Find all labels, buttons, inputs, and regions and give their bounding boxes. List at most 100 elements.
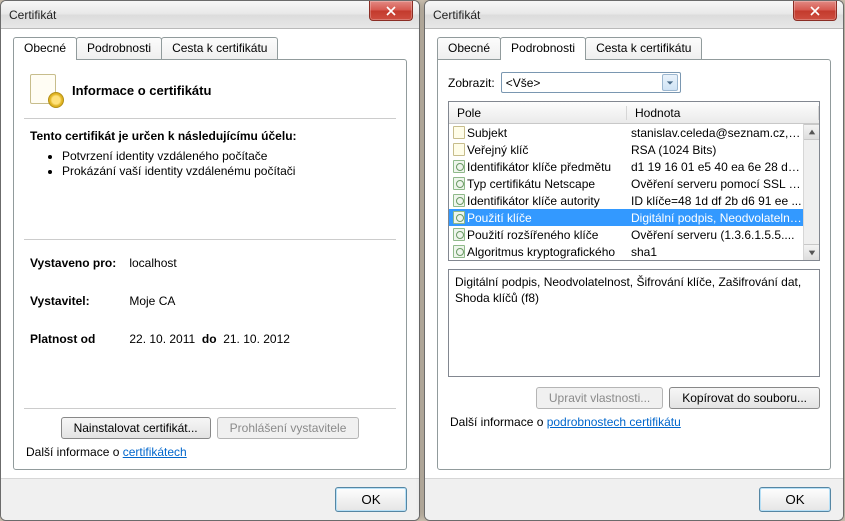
extension-icon <box>449 211 465 224</box>
cert-header: Informace o certifikátu <box>24 70 396 119</box>
window-title: Certifikát <box>433 8 480 22</box>
scroll-up-button[interactable] <box>804 124 819 140</box>
extension-icon <box>449 194 465 207</box>
field-value: ID klíče=48 1d df 2b d6 91 ee ... <box>623 194 803 208</box>
tab-details[interactable]: Podrobnosti <box>76 37 162 59</box>
validity-row: Platnost od 22. 10. 2011 do 21. 10. 2012 <box>30 332 390 346</box>
purpose-title: Tento certifikát je určen k následujícím… <box>30 129 390 143</box>
field-name: Identifikátor klíče předmětu <box>465 160 623 174</box>
grid-header[interactable]: Pole Hodnota <box>449 102 819 124</box>
chevron-down-icon <box>662 74 678 91</box>
tab-strip: Obecné Podrobnosti Cesta k certifikátu <box>425 29 843 59</box>
issued-to-row: Vystaveno pro: localhost <box>30 256 390 270</box>
more-info: Další informace o podrobnostech certifik… <box>448 409 820 429</box>
table-row[interactable]: Identifikátor klíče předmětud1 19 16 01 … <box>449 158 803 175</box>
field-name: Použití rozšířeného klíče <box>465 228 623 242</box>
valid-from-label: Platnost od <box>30 332 126 346</box>
extension-icon <box>449 177 465 190</box>
tab-details[interactable]: Podrobnosti <box>500 37 586 60</box>
tab-body-general: Informace o certifikátu Tento certifikát… <box>13 59 407 470</box>
info-block: Vystaveno pro: localhost Vystavitel: Moj… <box>24 240 396 409</box>
bottom-bar: OK <box>1 478 419 520</box>
valid-from-value: 22. 10. 2011 <box>129 332 195 346</box>
more-info-prefix: Další informace o <box>26 445 123 459</box>
tab-general[interactable]: Obecné <box>13 37 77 60</box>
certificate-dialog-details: Certifikát Obecné Podrobnosti Cesta k ce… <box>424 0 844 521</box>
issuer-value: Moje CA <box>129 294 175 308</box>
issued-to-value: localhost <box>129 256 176 270</box>
cert-info-title: Informace o certifikátu <box>72 83 211 98</box>
more-info-link[interactable]: podrobnostech certifikátu <box>547 415 681 429</box>
field-value: stanislav.celeda@seznam.cz, l... <box>623 126 803 140</box>
table-row[interactable]: Algoritmus kryptografickéhosha1 <box>449 243 803 260</box>
more-info: Další informace o certifikátech <box>24 439 396 459</box>
bottom-bar: OK <box>425 478 843 520</box>
tab-cert-path[interactable]: Cesta k certifikátu <box>161 37 278 59</box>
content-area: Obecné Podrobnosti Cesta k certifikátu I… <box>1 29 419 478</box>
field-value: RSA (1024 Bits) <box>623 143 803 157</box>
issuer-row: Vystavitel: Moje CA <box>30 294 390 308</box>
scrollbar[interactable] <box>803 124 819 260</box>
edit-properties-button: Upravit vlastnosti... <box>536 387 663 409</box>
filter-row: Zobrazit: <Vše> <box>448 70 820 101</box>
window-title: Certifikát <box>9 8 56 22</box>
valid-to-label: do <box>202 332 217 346</box>
show-select[interactable]: <Vše> <box>501 72 681 93</box>
ok-button[interactable]: OK <box>759 487 831 512</box>
table-row[interactable]: Typ certifikátu NetscapeOvěření serveru … <box>449 175 803 192</box>
scroll-down-button[interactable] <box>804 244 819 260</box>
more-info-link[interactable]: certifikátech <box>123 445 187 459</box>
purpose-block: Tento certifikát je určen k následujícím… <box>24 119 396 240</box>
tab-cert-path[interactable]: Cesta k certifikátu <box>585 37 702 59</box>
certificate-icon <box>30 74 62 106</box>
content-area: Obecné Podrobnosti Cesta k certifikátu Z… <box>425 29 843 478</box>
extension-icon <box>449 245 465 258</box>
table-row[interactable]: Veřejný klíčRSA (1024 Bits) <box>449 141 803 158</box>
issuer-label: Vystavitel: <box>30 294 126 308</box>
close-icon <box>386 6 396 16</box>
field-value: sha1 <box>623 245 803 259</box>
purpose-list: Potvrzení identity vzdáleného počítače P… <box>30 149 390 178</box>
issued-to-label: Vystaveno pro: <box>30 256 126 270</box>
extension-icon <box>449 160 465 173</box>
show-label: Zobrazit: <box>448 76 495 90</box>
field-value: Ověření serveru (1.3.6.1.5.5.... <box>623 228 803 242</box>
col-field-header[interactable]: Pole <box>449 106 627 120</box>
table-row[interactable]: Použití rozšířeného klíčeOvěření serveru… <box>449 226 803 243</box>
field-name: Subjekt <box>465 126 623 140</box>
details-grid[interactable]: Pole Hodnota Subjektstanislav.celeda@sez… <box>448 101 820 261</box>
col-value-header[interactable]: Hodnota <box>627 106 819 120</box>
show-select-value: <Vše> <box>506 76 662 90</box>
grid-body: Subjektstanislav.celeda@seznam.cz, l...V… <box>449 124 819 260</box>
more-info-prefix: Další informace o <box>450 415 547 429</box>
close-button[interactable] <box>793 1 837 21</box>
field-value: d1 19 16 01 e5 40 ea 6e 28 d1... <box>623 160 803 174</box>
titlebar[interactable]: Certifikát <box>425 1 843 29</box>
table-row[interactable]: Subjektstanislav.celeda@seznam.cz, l... <box>449 124 803 141</box>
titlebar[interactable]: Certifikát <box>1 1 419 29</box>
purpose-item: Potvrzení identity vzdáleného počítače <box>62 149 390 163</box>
issuer-statement-button: Prohlášení vystavitele <box>217 417 360 439</box>
field-value: Ověření serveru pomocí SSL (40) <box>623 177 803 191</box>
ok-button[interactable]: OK <box>335 487 407 512</box>
field-name: Typ certifikátu Netscape <box>465 177 623 191</box>
close-button[interactable] <box>369 1 413 21</box>
field-icon <box>449 143 465 156</box>
install-certificate-button[interactable]: Nainstalovat certifikát... <box>61 417 211 439</box>
purpose-item: Prokázání vaší identity vzdálenému počít… <box>62 164 390 178</box>
extension-icon <box>449 228 465 241</box>
copy-to-file-button[interactable]: Kopírovat do souboru... <box>669 387 820 409</box>
tab-strip: Obecné Podrobnosti Cesta k certifikátu <box>1 29 419 59</box>
field-icon <box>449 126 465 139</box>
detail-value-box[interactable]: Digitální podpis, Neodvolatelnost, Šifro… <box>448 269 820 377</box>
field-name: Algoritmus kryptografického <box>465 245 623 259</box>
table-row[interactable]: Identifikátor klíče autorityID klíče=48 … <box>449 192 803 209</box>
cert-action-row: Nainstalovat certifikát... Prohlášení vy… <box>24 409 396 439</box>
field-name: Použití klíče <box>465 211 623 225</box>
tab-body-details: Zobrazit: <Vše> Pole Hodnota Subjektstan… <box>437 59 831 470</box>
tab-general[interactable]: Obecné <box>437 37 501 59</box>
table-row[interactable]: Použití klíčeDigitální podpis, Neodvolat… <box>449 209 803 226</box>
certificate-dialog-general: Certifikát Obecné Podrobnosti Cesta k ce… <box>0 0 420 521</box>
details-action-row: Upravit vlastnosti... Kopírovat do soubo… <box>448 377 820 409</box>
field-value: Digitální podpis, Neodvolatelno... <box>623 211 803 225</box>
